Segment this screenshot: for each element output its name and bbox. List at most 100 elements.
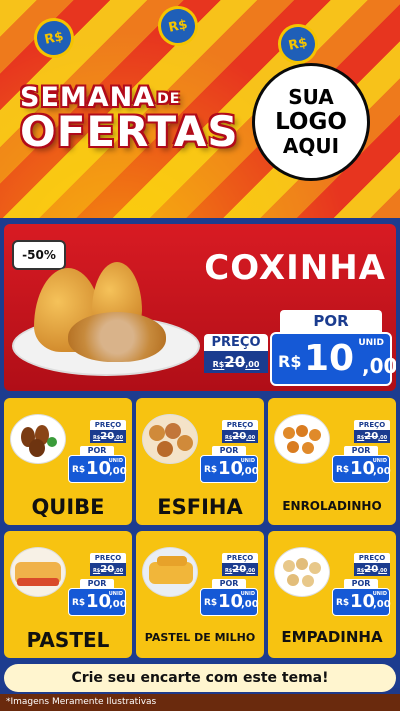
product-name: EMPADINHA — [281, 628, 383, 646]
product-card-pastel[interactable]: PREÇO R$20,00 POR R$ 10,00 UNID PASTEL — [4, 531, 132, 658]
price-value: 10 — [350, 591, 376, 612]
por-label: POR — [212, 446, 246, 455]
price-cents: ,00 — [362, 354, 396, 378]
old-price: R$20,00 — [354, 430, 390, 443]
old-price-value: 20 — [100, 564, 115, 575]
por-label: POR — [344, 446, 378, 455]
old-price-box: PREÇO R$20,00 — [354, 553, 390, 576]
product-name: PASTEL DE MILHO — [144, 631, 256, 644]
price-cents: ,00 — [109, 466, 127, 477]
product-name: ENROLADINHO — [282, 499, 382, 513]
old-price: R$20,00 — [354, 563, 390, 576]
title-line2: OFERTAS — [20, 107, 239, 156]
hero-banner: R$ R$ R$ SEMANA DE OFERTAS SUA LOGO AQUI — [0, 0, 400, 218]
old-price-value: 20 — [232, 431, 247, 442]
old-price: R$20,00 — [90, 563, 126, 576]
product-card-enroladinho[interactable]: PREÇO R$20,00 POR R$ 10,00 UNID ENROLADINHO — [268, 398, 396, 525]
new-price: R$ 10,00 UNID — [200, 588, 259, 616]
new-price: R$ 10,00 UNID — [200, 455, 259, 483]
old-price-value: 20 — [100, 431, 115, 442]
logo-line2: LOGO — [275, 108, 347, 135]
logo-placeholder[interactable]: SUA LOGO AQUI — [252, 63, 370, 181]
coin-label: R$ — [287, 34, 309, 54]
unit-label: UNID — [372, 458, 387, 464]
quibe-image — [10, 414, 66, 464]
new-price: R$ 10,00 UNID — [68, 588, 127, 616]
price-label: PREÇO — [204, 334, 268, 351]
coin-icon: R$ — [154, 2, 202, 50]
price-value: 10 — [86, 458, 112, 479]
currency: R$ — [204, 598, 218, 608]
unit-label: UNID — [358, 338, 384, 348]
unit-label: UNID — [240, 591, 255, 597]
price-label: PREÇO — [354, 420, 390, 430]
cta-banner[interactable]: Crie seu encarte com este tema! — [4, 664, 396, 692]
product-name: QUIBE — [31, 495, 105, 519]
product-name: ESFIHA — [157, 495, 243, 519]
title-de: DE — [157, 90, 181, 107]
price-cents: ,00 — [373, 466, 391, 477]
price-label: PREÇO — [222, 553, 258, 563]
por-label: POR — [344, 579, 378, 588]
price-cents: ,00 — [373, 599, 391, 610]
price-label: PREÇO — [90, 553, 126, 563]
por-label: POR — [212, 579, 246, 588]
new-price-box: POR R$ 10,00 UNID — [68, 446, 127, 483]
new-price-box: POR R$ 10,00 UNID — [200, 446, 259, 483]
old-price-box: PREÇO R$20,00 — [222, 553, 258, 576]
featured-name: COXINHA — [204, 248, 386, 288]
currency: R$ — [278, 352, 302, 371]
currency: R$ — [336, 465, 350, 475]
price-value: 10 — [218, 458, 244, 479]
price-label: PREÇO — [354, 553, 390, 563]
old-price-cents: ,00 — [246, 435, 256, 441]
price-cents: ,00 — [241, 466, 259, 477]
currency: R$ — [204, 465, 218, 475]
old-currency: R$ — [212, 360, 225, 369]
product-card-pastel-de-milho[interactable]: PREÇO R$20,00 POR R$ 10,00 UNID PASTEL DE MI… — [136, 531, 264, 658]
old-price-cents: ,00 — [378, 435, 388, 441]
logo-line3: AQUI — [282, 134, 340, 159]
esfiha-image — [142, 414, 198, 464]
price-value: 10 — [218, 591, 244, 612]
pastel-image — [10, 547, 66, 597]
currency: R$ — [72, 465, 86, 475]
unit-label: UNID — [108, 591, 123, 597]
pastel-de-milho-image — [142, 547, 198, 597]
new-price-box: POR R$ 10,00 UNID — [332, 446, 391, 483]
old-price-cents: ,00 — [245, 360, 260, 369]
new-price-box: POR R$ 10 ,00 UNID — [270, 310, 396, 386]
new-price-box: POR R$ 10,00 UNID — [332, 579, 391, 616]
new-price: R$ 10,00 UNID — [332, 588, 391, 616]
currency: R$ — [72, 598, 86, 608]
por-label: POR — [80, 446, 114, 455]
price-value: 10 — [86, 591, 112, 612]
featured-offer[interactable]: -50% COXINHA PREÇO R$20,00 POR R$ 10 ,00… — [4, 224, 396, 391]
new-price: R$ 10,00 UNID — [332, 455, 391, 483]
product-card-esfiha[interactable]: PREÇO R$20,00 POR R$ 10,00 UNID ESFIHA — [136, 398, 264, 525]
unit-label: UNID — [108, 458, 123, 464]
product-card-empadinha[interactable]: PREÇO R$20,00 POR R$ 10,00 UNID EMPADINHA — [268, 531, 396, 658]
product-card-quibe[interactable]: PREÇO R$20,00 POR R$ 10,00 UNID QUIBE — [4, 398, 132, 525]
old-price-cents: ,00 — [114, 568, 124, 574]
old-price: R$20,00 — [222, 563, 258, 576]
price-value: 10 — [304, 338, 355, 379]
currency: R$ — [336, 598, 350, 608]
coin-icon: R$ — [30, 14, 78, 62]
enroladinho-image — [274, 414, 330, 464]
coin-label: R$ — [43, 28, 65, 48]
new-price: R$ 10,00 UNID — [68, 455, 127, 483]
price-cents: ,00 — [109, 599, 127, 610]
new-price-box: POR R$ 10,00 UNID — [200, 579, 259, 616]
coxinha-cut-image — [68, 312, 166, 362]
old-price-value: 20 — [232, 564, 247, 575]
old-price-value: 20 — [364, 431, 379, 442]
old-price-box: PREÇO R$20,00 — [90, 420, 126, 443]
coin-label: R$ — [167, 16, 189, 36]
unit-label: UNID — [372, 591, 387, 597]
old-price-box: PREÇO R$20,00 — [90, 553, 126, 576]
campaign-title: SEMANA DE OFERTAS — [20, 82, 239, 156]
coin-icon: R$ — [274, 20, 322, 68]
old-price-box: PREÇO R$20,00 — [222, 420, 258, 443]
new-price: R$ 10 ,00 UNID — [270, 332, 396, 386]
